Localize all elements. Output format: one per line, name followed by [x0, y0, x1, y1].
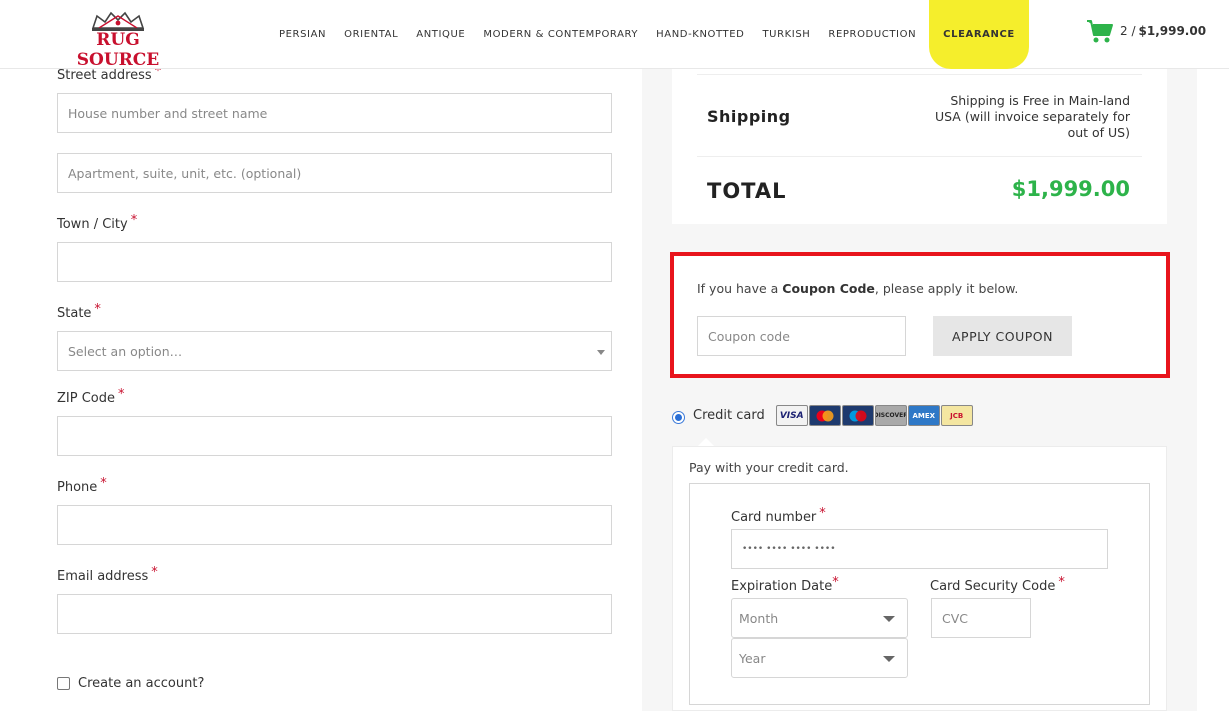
cart-total: $1,999.00	[1138, 24, 1207, 38]
chevron-down-icon	[597, 350, 605, 355]
expiration-year-select[interactable]: Year	[731, 638, 908, 678]
jcb-icon: JCB	[940, 405, 973, 426]
shipping-value: Shipping is Free in Main-land USA (will …	[934, 93, 1130, 140]
nav-oriental[interactable]: ORIENTAL	[335, 0, 407, 69]
cart-count: 2 /	[1120, 24, 1136, 38]
amex-icon: AMEX	[907, 405, 940, 426]
card-number-input[interactable]: •••• •••• •••• ••••	[731, 529, 1108, 569]
crown-logo-icon	[91, 11, 145, 31]
visa-icon: VISA	[775, 405, 808, 426]
coupon-code-input[interactable]: Coupon code	[697, 316, 906, 356]
divider	[697, 156, 1142, 157]
card-brand-logos: VISA DISCOVER AMEX JCB	[775, 405, 974, 426]
required-mark: *	[100, 476, 107, 491]
credit-card-radio[interactable]	[672, 411, 685, 424]
expiration-date-label: Expiration Date*	[731, 575, 839, 594]
chevron-down-icon	[883, 656, 895, 662]
create-account-row[interactable]: Create an account?	[57, 676, 204, 691]
state-select[interactable]: Select an option…	[57, 331, 612, 371]
required-mark: *	[832, 575, 839, 590]
card-number-label: Card number *	[731, 506, 826, 525]
cvc-input[interactable]: CVC	[931, 598, 1031, 638]
payment-box-pointer	[698, 438, 714, 446]
nav-modern-contemporary[interactable]: MODERN & CONTEMPORARY	[474, 0, 647, 69]
required-mark: *	[94, 302, 101, 317]
phone-input[interactable]	[57, 505, 612, 545]
total-label: TOTAL	[707, 179, 787, 203]
phone-label: Phone *	[57, 476, 107, 495]
zip-label: ZIP Code *	[57, 387, 125, 406]
required-mark: *	[118, 387, 125, 402]
coupon-prompt: If you have a Coupon Code, please apply …	[697, 281, 1019, 296]
nav-reproduction[interactable]: REPRODUCTION	[819, 0, 925, 69]
city-label: Town / City *	[57, 213, 138, 232]
required-mark: *	[151, 565, 158, 580]
pay-with-card-text: Pay with your credit card.	[689, 460, 849, 475]
apply-coupon-button[interactable]: APPLY COUPON	[933, 316, 1072, 356]
discover-icon: DISCOVER	[874, 405, 907, 426]
required-mark: *	[1058, 575, 1065, 590]
cart-link[interactable]: 2 / $1,999.00	[1086, 17, 1206, 45]
required-mark: *	[130, 213, 138, 228]
nav-hand-knotted[interactable]: HAND-KNOTTED	[647, 0, 753, 69]
site-header: RUG SOURCE PERSIAN ORIENTAL ANTIQUE MODE…	[0, 0, 1229, 70]
create-account-checkbox[interactable]	[57, 677, 70, 690]
required-mark: *	[819, 506, 826, 521]
main-nav: PERSIAN ORIENTAL ANTIQUE MODERN & CONTEM…	[270, 0, 1029, 69]
mastercard-circles-icon	[816, 410, 834, 421]
city-input[interactable]	[57, 242, 612, 282]
credit-card-label: Credit card	[693, 408, 765, 423]
nav-antique[interactable]: ANTIQUE	[407, 0, 474, 69]
nav-turkish[interactable]: TURKISH	[753, 0, 819, 69]
apartment-input[interactable]: Apartment, suite, unit, etc. (optional)	[57, 153, 612, 193]
mastercard-icon	[808, 405, 841, 426]
street-address-label: Street address *	[57, 64, 162, 83]
logo-text: RUG SOURCE	[76, 30, 160, 70]
total-value: $1,999.00	[1011, 177, 1130, 201]
shopping-cart-icon	[1087, 20, 1113, 43]
payment-method-credit-card[interactable]: Credit card VISA DISCOVER AMEX JCB	[672, 405, 974, 426]
maestro-circles-icon	[849, 410, 867, 421]
state-label: State *	[57, 302, 101, 321]
zip-input[interactable]	[57, 416, 612, 456]
expiration-month-select[interactable]: Month	[731, 598, 908, 638]
divider	[697, 74, 1142, 75]
maestro-icon	[841, 405, 874, 426]
coupon-box: If you have a Coupon Code, please apply …	[670, 252, 1170, 378]
email-input[interactable]	[57, 594, 612, 634]
rug-source-logo[interactable]: RUG SOURCE	[61, 10, 175, 70]
email-label: Email address *	[57, 565, 158, 584]
create-account-label: Create an account?	[78, 676, 205, 691]
chevron-down-icon	[883, 616, 895, 622]
card-security-code-label: Card Security Code *	[930, 575, 1065, 594]
order-totals: Shipping Shipping is Free in Main-land U…	[672, 69, 1167, 224]
credit-card-form: Card number * •••• •••• •••• •••• Expirat…	[689, 483, 1150, 705]
shipping-label: Shipping	[707, 107, 791, 126]
nav-clearance[interactable]: CLEARANCE	[929, 0, 1029, 69]
nav-persian[interactable]: PERSIAN	[270, 0, 335, 69]
street-address-input[interactable]: House number and street name	[57, 93, 612, 133]
